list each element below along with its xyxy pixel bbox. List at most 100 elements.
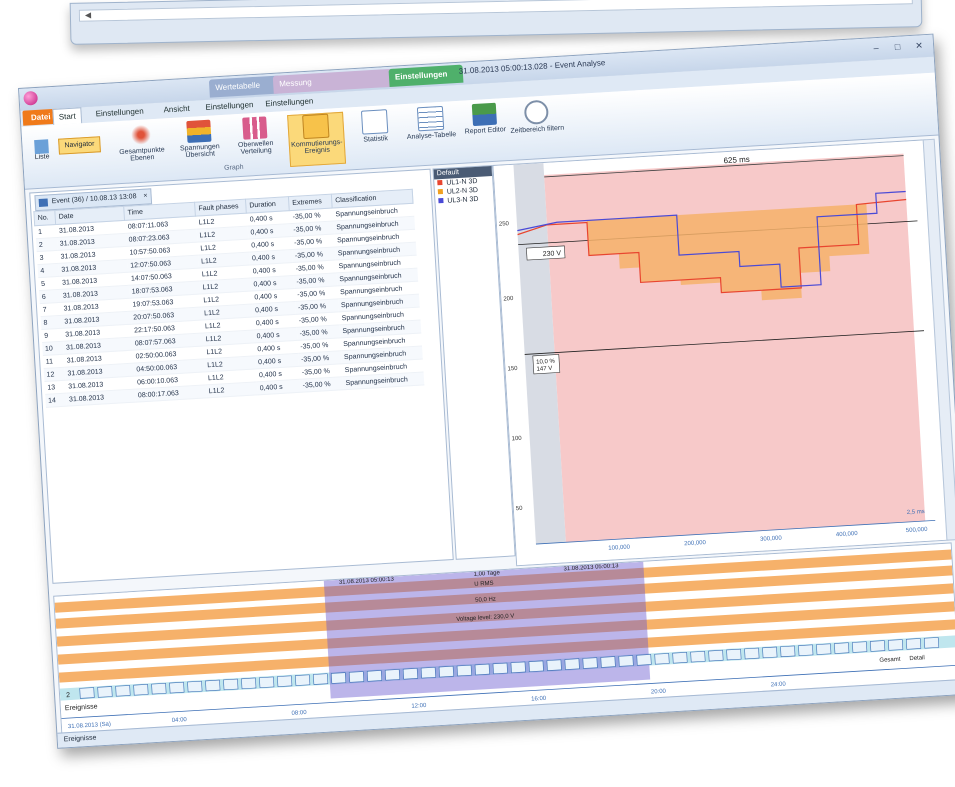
legend-swatch-icon [438,197,444,204]
event-chip[interactable] [870,640,886,652]
fractal-icon [128,123,154,147]
report-editor-button[interactable]: Report Editor [457,102,514,155]
event-chip[interactable] [259,676,275,689]
lower-marker-box[interactable]: 10,0 % 147 V [532,354,561,375]
timeline-tick: 08:00 [291,710,307,717]
event-chip[interactable] [79,687,95,699]
commutation-event-button[interactable]: Kommutierungs-Ereignis [287,111,347,167]
event-chip[interactable] [456,664,472,677]
event-chip[interactable] [295,674,311,686]
event-chip[interactable] [366,670,383,682]
report-icon [360,109,389,135]
event-chip[interactable] [115,685,131,697]
event-chip[interactable] [816,643,832,655]
col-no[interactable]: No. [33,210,56,226]
statistics-button[interactable]: Statistik [347,108,404,161]
event-chip[interactable] [546,659,562,671]
app-window: Wertetabelle Messung Einstellungen 31.08… [18,33,955,749]
event-chip[interactable] [672,652,688,664]
event-chip[interactable] [241,677,257,690]
event-chip[interactable] [205,679,221,692]
event-chip[interactable] [798,644,814,656]
table-cell: 08:00:17.063 [134,384,207,403]
event-chip[interactable] [780,645,796,658]
close-icon[interactable]: ✕ [911,39,928,52]
event-chip[interactable] [312,673,329,685]
event-chip[interactable] [887,639,904,651]
table-cell: L1L2 [205,381,258,398]
lower-marker-value: 147 V [536,366,552,373]
event-chip[interactable] [654,653,670,665]
event-chip[interactable] [852,641,868,653]
list-button[interactable]: Liste [26,139,58,169]
event-chip[interactable] [348,671,365,683]
navigator-button[interactable]: Navigator [58,136,101,155]
event-chip[interactable] [726,648,742,661]
total-levels-button[interactable]: Gesamtpunkte Ebenen [113,122,170,175]
duration-label: 625 ms [723,155,750,166]
legend-swatch-icon [437,180,443,186]
event-chip[interactable] [690,650,706,663]
window-controls: – □ ✕ [865,39,928,55]
cursor-box[interactable]: 230 V [526,245,566,261]
event-chip[interactable] [277,675,293,687]
event-chip[interactable] [708,649,724,662]
timeline-tick: 20:00 [651,689,667,696]
event-chip[interactable] [492,662,508,675]
band-label-rms: U RMS [474,581,494,588]
table-cell: 11 [42,354,65,369]
background-window-strip: ◀ [69,0,923,45]
event-chip[interactable] [923,637,940,649]
analysis-table-button[interactable]: Analyse-Tabelle [403,105,460,158]
event-chip[interactable] [438,665,454,678]
event-chip[interactable] [187,680,203,693]
timeline-tick: 12:00 [411,703,427,710]
event-chip[interactable] [133,684,149,696]
lane-number: 2 [66,692,70,699]
event-chip[interactable] [223,678,239,691]
context-tab-1[interactable]: Wertetabelle [208,75,282,98]
event-chip[interactable] [402,668,419,680]
event-chip[interactable] [420,666,436,679]
minimize-icon[interactable]: – [868,42,885,55]
table-cell: 31.08.2013 [65,389,136,407]
event-chip[interactable] [510,661,526,674]
event-chip[interactable] [169,681,185,694]
voltage-overview-button[interactable]: Spannungen Übersicht [171,119,228,172]
table-cell: -35,00 % [299,376,343,393]
event-chip[interactable] [905,638,922,650]
time-filter-button[interactable]: Zeitbereich filtern [509,99,566,152]
event-chip[interactable] [97,686,113,698]
event-chip[interactable] [636,654,652,666]
event-chip[interactable] [762,646,778,659]
harmonics-button[interactable]: Oberwellen Verteilung [227,115,284,168]
context-tab-3[interactable]: Einstellungen [388,64,464,87]
event-chip[interactable] [744,647,760,660]
table-cell: 0,400 s [256,379,301,395]
table-cell: 9 [40,328,63,343]
app-logo-icon[interactable] [23,90,39,106]
event-chip[interactable] [384,669,401,681]
tab-view[interactable]: Ansicht [158,101,195,118]
tab-start[interactable]: Start [52,107,83,125]
waveform-chart[interactable]: 625 ms 230 V 10,0 % 147 V 250 200 150 10… [492,139,950,567]
event-chip[interactable] [474,663,490,676]
detail-label[interactable]: Detail [909,655,925,662]
event-chip[interactable] [600,656,616,668]
event-chip[interactable] [582,657,598,669]
overview-label[interactable]: Gesamt [879,657,901,664]
event-chip[interactable] [330,672,347,684]
table-cell: 7 [39,302,62,317]
event-chip[interactable] [528,660,544,673]
event-chip[interactable] [618,655,634,667]
document-icon [38,198,49,207]
table-cell: 13 [43,380,66,395]
events-table: No. Date Time Fault phases Duration Extr… [33,189,424,408]
event-chip[interactable] [151,682,167,695]
y-tick-label: 200 [503,296,514,303]
close-tab-icon[interactable]: × [143,190,148,204]
event-chip[interactable] [834,642,850,654]
event-chip[interactable] [564,658,580,670]
table-cell: 5 [37,276,60,291]
maximize-icon[interactable]: □ [889,40,906,53]
